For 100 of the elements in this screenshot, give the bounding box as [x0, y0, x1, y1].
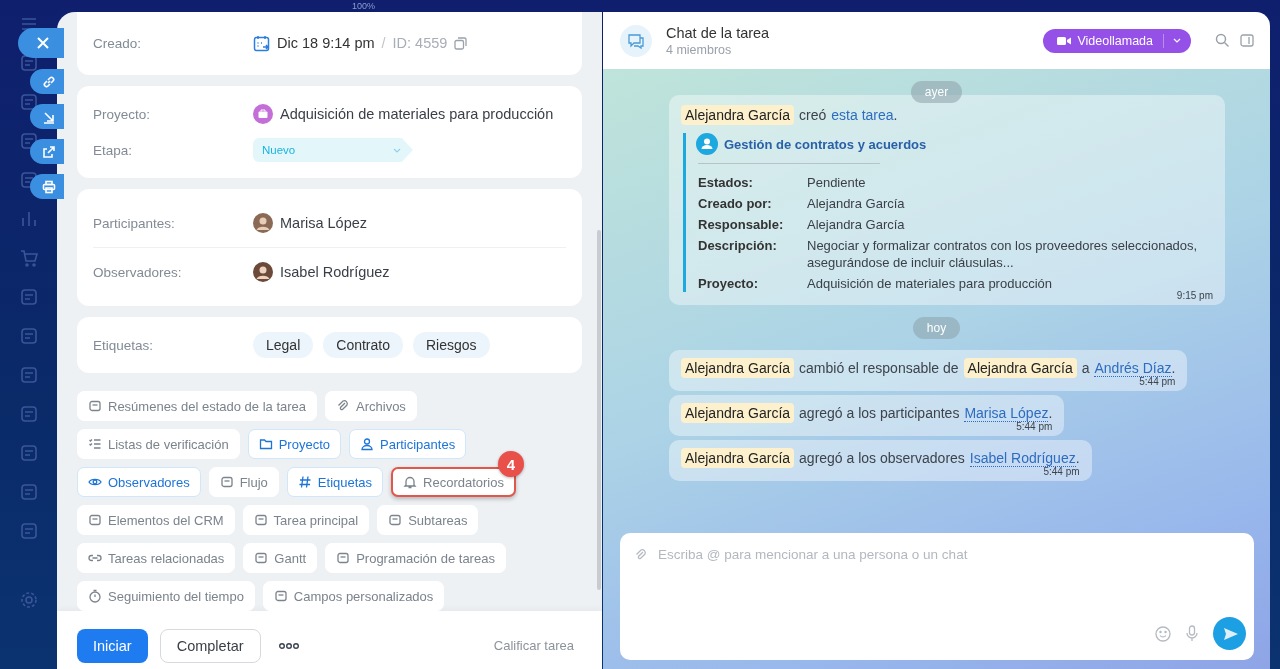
message-text: a: [1081, 360, 1090, 376]
message-text: creó: [799, 107, 827, 123]
user-mention[interactable]: Alejandra García: [963, 358, 1077, 378]
chat-title: Chat de la tarea: [666, 24, 770, 41]
field-label: Participantes:: [93, 215, 176, 231]
chevron-down-icon: [1173, 38, 1181, 43]
print-button[interactable]: [30, 174, 64, 199]
paperclip-icon[interactable]: [634, 547, 648, 562]
date-separator: ayer: [910, 81, 963, 103]
field-value: Adquisición de materiales para producción: [807, 275, 1053, 292]
close-button[interactable]: [18, 28, 64, 58]
document-icon: [88, 399, 102, 413]
section-toggle[interactable]: Flujo: [208, 467, 279, 497]
side-panel-icon[interactable]: [1240, 34, 1254, 47]
tag-chip[interactable]: Contrato: [323, 332, 403, 358]
message-text: .: [1075, 450, 1080, 466]
user-mention[interactable]: Alejandra García: [681, 403, 795, 423]
user-mention[interactable]: Alejandra García: [681, 358, 795, 378]
briefcase-icon: [253, 104, 273, 124]
section-toggle[interactable]: Etiquetas: [286, 467, 384, 497]
message-input[interactable]: Escriba @ para mencionar a una persona o un chat: [658, 547, 1246, 562]
section-toggle[interactable]: Seguimiento del tiempo: [77, 581, 255, 611]
external-link-icon: [42, 144, 56, 159]
field-label: Descripción:: [698, 237, 778, 255]
link-icon: [42, 74, 56, 89]
message-time: 9:15 pm: [1176, 290, 1213, 301]
bell-icon: [403, 475, 418, 489]
start-button[interactable]: Iniciar: [77, 628, 148, 663]
member-count[interactable]: 4 miembros: [666, 42, 770, 57]
microphone-icon[interactable]: [1186, 625, 1198, 642]
send-button[interactable]: [1213, 617, 1246, 650]
video-call-button[interactable]: Videollamada: [1043, 28, 1191, 53]
avatar-icon: [253, 213, 273, 233]
cart-icon[interactable]: [18, 248, 39, 268]
copy-icon[interactable]: [454, 36, 468, 50]
hash-icon: [297, 475, 312, 489]
task-id: ID: 4559: [392, 35, 448, 51]
message-time: 5:44 pm: [1043, 466, 1080, 477]
observer-name[interactable]: Isabel Rodríguez: [280, 264, 390, 280]
field-value: Pendiente: [807, 174, 867, 191]
section-toggle[interactable]: Gantt: [243, 543, 318, 573]
video-camera-icon: [1057, 35, 1072, 46]
user-mention[interactable]: Alejandra García: [681, 105, 795, 125]
section-toggle[interactable]: Campos personalizados: [262, 581, 445, 611]
rate-task-link[interactable]: Calificar tarea: [493, 638, 574, 653]
field-label: Proyecto:: [93, 106, 152, 122]
stopwatch-icon: [88, 589, 102, 603]
checklist-icon: [88, 437, 102, 451]
user-link[interactable]: Andrés Díaz: [1094, 359, 1172, 377]
scrollbar[interactable]: [597, 230, 601, 590]
tag-chip[interactable]: Legal: [253, 332, 314, 358]
user-link[interactable]: Isabel Rodríguez: [969, 449, 1076, 467]
field-value: Alejandra García: [807, 216, 906, 233]
arrow-down-right-icon: [42, 109, 56, 124]
message-time: 5:44 pm: [1139, 376, 1176, 387]
section-toggle[interactable]: Elementos del CRM: [77, 505, 235, 535]
field-label: Etapa:: [93, 142, 134, 158]
section-toggle[interactable]: Participantes: [349, 429, 467, 459]
field-value: Alejandra García: [807, 195, 906, 212]
created-date: Dic 18 9:14 pm: [277, 35, 375, 51]
section-toggle[interactable]: Archivos: [325, 391, 417, 421]
close-icon: [36, 36, 50, 50]
chevron-down-icon: [393, 147, 401, 153]
section-toggle[interactable]: Programación de tareas: [325, 543, 506, 573]
tag-chip[interactable]: Riesgos: [412, 332, 490, 358]
section-toggle[interactable]: Tarea principal: [242, 505, 370, 535]
user-mention[interactable]: Alejandra García: [681, 448, 795, 468]
link-button[interactable]: [30, 69, 64, 94]
section-toggle[interactable]: Observadores: [77, 467, 201, 497]
section-toggle[interactable]: Listas de verificación: [77, 429, 240, 459]
section-toggle[interactable]: Tareas relacionadas: [77, 543, 236, 573]
section-toggle[interactable]: Proyecto: [247, 429, 341, 459]
form-icon: [273, 589, 288, 603]
project-link[interactable]: Adquisición de materiales para producción: [280, 106, 554, 122]
section-toggle[interactable]: Resúmenes del estado de la tarea: [77, 391, 317, 421]
field-label: Observadores:: [93, 264, 183, 280]
complete-button[interactable]: Completar: [159, 628, 261, 663]
more-icon[interactable]: [278, 641, 299, 650]
field-label: Etiquetas:: [93, 337, 155, 353]
search-icon[interactable]: [1215, 33, 1230, 48]
message-text: cambió el responsable de: [799, 360, 959, 376]
message-text: .: [893, 107, 898, 123]
section-toggle[interactable]: Subtareas: [377, 505, 479, 535]
download-button[interactable]: [30, 104, 64, 129]
field-label: Creado:: [93, 35, 143, 51]
folder-icon: [258, 437, 273, 451]
field-label: Proyecto:: [698, 275, 759, 292]
participant-name[interactable]: Marisa López: [280, 215, 368, 231]
field-label: Creado por:: [698, 195, 773, 212]
emoji-icon[interactable]: [1155, 625, 1171, 642]
task-link[interactable]: esta tarea: [831, 107, 894, 123]
settings-icon[interactable]: [18, 590, 39, 610]
stage-dropdown[interactable]: Nuevo: [253, 138, 413, 162]
printer-icon: [42, 179, 56, 194]
task-title-link[interactable]: Gestión de contratos y acuerdos: [724, 136, 927, 152]
counter-badge: 4: [498, 451, 524, 477]
document-icon[interactable]: [18, 482, 39, 502]
external-link-button[interactable]: [30, 139, 64, 164]
field-value: Negociar y formalizar contratos con los proveedores seleccionados, asegurándose de incluir cláusulas...: [807, 237, 1199, 271]
message-text: .: [1171, 360, 1176, 376]
